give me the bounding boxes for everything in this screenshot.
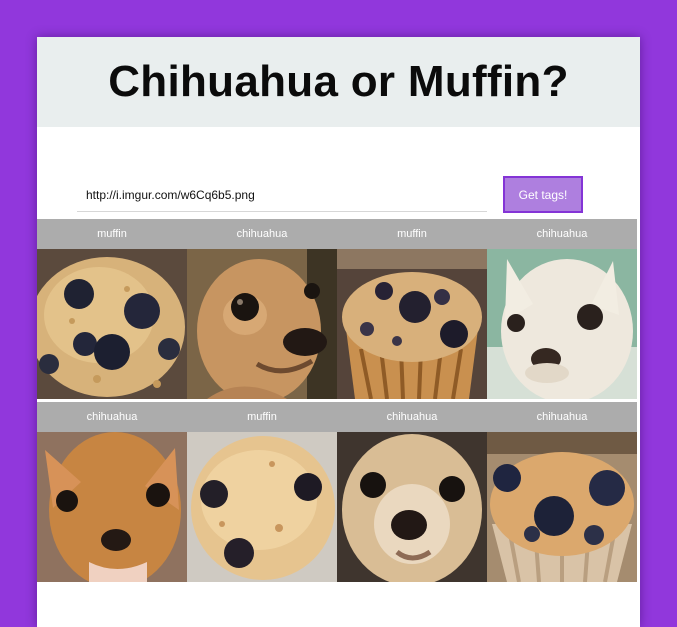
page-title: Chihuahua or Muffin? [108, 57, 569, 106]
result-tile: chihuahua [337, 402, 487, 582]
app-card: Chihuahua or Muffin? Get tags! muffin [37, 37, 640, 627]
chihuahua-image [37, 432, 187, 582]
image-url-input[interactable] [77, 179, 487, 212]
tag-label: muffin [37, 219, 187, 249]
muffin-image [337, 249, 487, 399]
result-tile: chihuahua [487, 402, 637, 582]
chihuahua-image [187, 249, 337, 399]
header-banner: Chihuahua or Muffin? [37, 37, 640, 127]
result-tile: chihuahua [187, 219, 337, 399]
tag-label: muffin [337, 219, 487, 249]
get-tags-button[interactable]: Get tags! [503, 176, 583, 213]
muffin-image [37, 249, 187, 399]
results-row: muffin chihuahua muffin chihuahua [37, 219, 637, 399]
result-tile: muffin [187, 402, 337, 582]
tag-label: chihuahua [187, 219, 337, 249]
tag-label: chihuahua [37, 402, 187, 432]
tag-label: muffin [187, 402, 337, 432]
result-tile: muffin [37, 219, 187, 399]
tag-label: chihuahua [487, 402, 637, 432]
chihuahua-image [487, 249, 637, 399]
result-tile: chihuahua [37, 402, 187, 582]
result-tile: chihuahua [487, 219, 637, 399]
results-row: chihuahua muffin chihuahua chihuahua [37, 402, 637, 582]
results-grid: muffin chihuahua muffin chihuahua chihua… [37, 219, 637, 582]
chihuahua-image [337, 432, 487, 582]
muffin-image [187, 432, 337, 582]
tag-label: chihuahua [337, 402, 487, 432]
tag-label: chihuahua [487, 219, 637, 249]
result-tile: muffin [337, 219, 487, 399]
muffin-image [487, 432, 637, 582]
